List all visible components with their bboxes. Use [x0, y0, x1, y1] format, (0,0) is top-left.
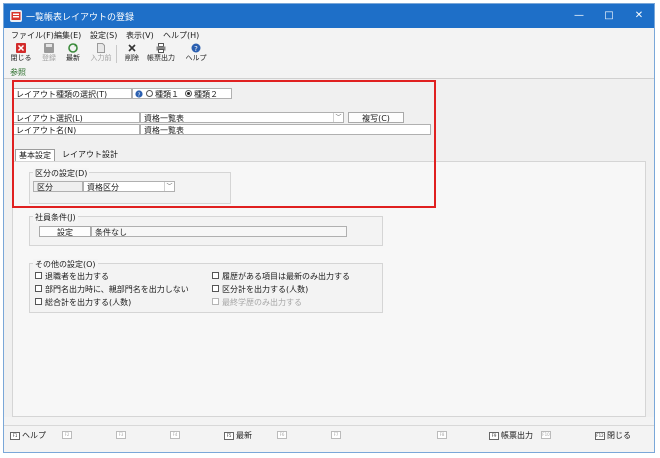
close-x-icon	[16, 43, 26, 53]
reference-link[interactable]: 参照	[10, 67, 26, 78]
f1-help-key[interactable]: F1 ヘルプ	[10, 430, 46, 441]
help-icon: ?	[191, 43, 201, 53]
f3-key[interactable]: F3	[116, 430, 128, 439]
delete-button[interactable]: 削除	[121, 43, 143, 65]
menu-file[interactable]: ファイル(F)	[11, 30, 54, 41]
condition-settings-button[interactable]: 設定	[39, 226, 91, 237]
checkbox-grand-total-label: 総合計を出力する(人数)	[45, 298, 132, 307]
menu-settings[interactable]: 設定(S)	[90, 30, 117, 41]
latest-button[interactable]: 最新	[62, 43, 84, 65]
checkbox-retired-label: 退職者を出力する	[45, 272, 109, 281]
menu-view[interactable]: 表示(V)	[126, 30, 154, 41]
checkbox-no-parent-dept-label: 部門名出力時に、親部門名を出力しない	[45, 285, 189, 294]
highlight-frame	[12, 80, 436, 208]
employee-condition-title: 社員条件(J)	[33, 212, 78, 223]
f8-key[interactable]: F8	[437, 430, 449, 439]
f2-key[interactable]: F2	[62, 430, 74, 439]
input-before-button[interactable]: 入力前	[90, 43, 112, 65]
minimize-button[interactable]: —	[564, 4, 594, 28]
register-button[interactable]: 登録	[38, 43, 60, 65]
f9-report-output-key[interactable]: F9 帳票出力	[489, 430, 533, 441]
menu-edit[interactable]: 編集(E)	[54, 30, 81, 41]
checkbox-final-education[interactable]	[212, 298, 219, 305]
checkbox-grand-total[interactable]	[35, 298, 42, 305]
close-button[interactable]: 閉じる	[10, 43, 32, 65]
f5-latest-key[interactable]: F5 最新	[224, 430, 252, 441]
f4-key[interactable]: F4	[170, 430, 182, 439]
reference-bar: 参照	[4, 66, 654, 79]
help-button[interactable]: ? ヘルプ	[185, 43, 207, 65]
checkbox-category-total-label: 区分計を出力する(人数)	[222, 285, 309, 294]
document-icon	[97, 43, 105, 53]
save-icon	[44, 43, 54, 53]
f12-close-key[interactable]: F12 閉じる	[595, 430, 631, 441]
condition-value: 条件なし	[91, 226, 347, 237]
report-output-button[interactable]: 帳票出力	[147, 43, 175, 65]
main-window: 一覧帳表レイアウトの登録 — □ ✕ ファイル(F) 編集(E) 設定(S) 表…	[3, 3, 655, 453]
title-bar[interactable]: 一覧帳表レイアウトの登録 — □ ✕	[4, 4, 654, 28]
f10-key[interactable]: F10	[541, 430, 553, 439]
print-icon	[156, 43, 166, 53]
other-settings-title: その他の設定(O)	[33, 259, 98, 270]
checkbox-no-parent-dept[interactable]	[35, 285, 42, 292]
window-title: 一覧帳表レイアウトの登録	[26, 13, 135, 23]
checkbox-latest-history-label: 履歴がある項目は最新のみ出力する	[222, 272, 350, 281]
refresh-icon	[68, 43, 78, 53]
function-key-bar: F1 ヘルプ F2 F3 F4 F5 最新 F6 F7 F8 F9 帳票出力 F10 …	[4, 425, 654, 443]
f7-key[interactable]: F7	[331, 430, 343, 439]
checkbox-final-education-label: 最終学歴のみ出力する	[222, 298, 302, 307]
checkbox-latest-history[interactable]	[212, 272, 219, 279]
svg-text:?: ?	[194, 45, 198, 53]
checkbox-category-total[interactable]	[212, 285, 219, 292]
checkbox-retired[interactable]	[35, 272, 42, 279]
delete-icon	[128, 44, 136, 52]
menu-bar: ファイル(F) 編集(E) 設定(S) 表示(V) ヘルプ(H)	[4, 28, 654, 42]
close-window-button[interactable]: ✕	[624, 4, 654, 28]
app-icon	[10, 10, 22, 22]
toolbar: 閉じる 登録 最新 入力前 削除 帳票出力 ? ヘルプ	[4, 42, 654, 67]
menu-help[interactable]: ヘルプ(H)	[163, 30, 199, 41]
f6-key[interactable]: F6	[277, 430, 289, 439]
maximize-button[interactable]: □	[594, 4, 624, 28]
